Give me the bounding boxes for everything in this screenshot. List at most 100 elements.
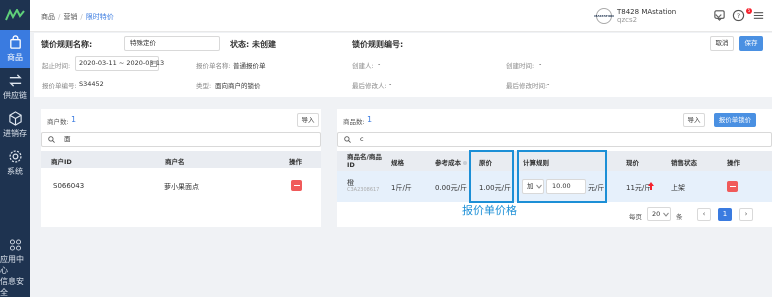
sidebar-item-system[interactable]: 系统 — [0, 144, 30, 182]
bell-icon[interactable] — [713, 9, 726, 22]
search-icon — [344, 136, 351, 143]
user-name: T8428 MAstation — [617, 8, 677, 16]
top-bar: 商品 / 营销 / 限时特价 MASTATION T8428 MAstation qzc… — [30, 0, 772, 32]
period-input[interactable]: 2020-03-11 ~ 2020-03-13 — [75, 56, 164, 71]
exchange-icon — [8, 74, 22, 87]
delete-button[interactable] — [291, 180, 302, 191]
status-value: 未创建 — [252, 40, 276, 49]
save-button[interactable]: 保存 — [739, 36, 763, 51]
quote-number-label: 报价单编号: — [42, 82, 77, 90]
page-size-unit: 条 — [676, 213, 683, 221]
product-panel: 商品数: 1 导入 报价单锁价 c 商品名/商品ID 规格 参考成本 原价 计算… — [337, 109, 772, 227]
column-header: 商户名 — [165, 158, 185, 166]
box-icon — [8, 111, 22, 126]
svg-text:?: ? — [737, 12, 740, 20]
arrow-up-icon — [648, 182, 654, 190]
user-account: qzcs2 — [617, 16, 638, 24]
created-time-label: 创建时间: — [506, 62, 535, 70]
merchant-table-header: 商户ID 商户名 操作 — [41, 151, 321, 168]
sidebar-item-security[interactable]: 信息安全 — [0, 276, 30, 296]
quote-name-label: 报价单名称: — [196, 62, 231, 70]
quote-name-value: 普通报价单 — [233, 62, 266, 70]
prev-page-button[interactable]: ‹ — [697, 208, 711, 221]
page-number[interactable]: 1 — [718, 208, 732, 221]
status-label: 状态: — [230, 40, 250, 49]
rule-info-panel: 锁价规则名称: 特殊定价 状态: 未创建 锁价规则编号: 取消 保存 起止时间:… — [34, 33, 772, 97]
bag-icon — [9, 35, 21, 49]
product-count: 1 — [367, 115, 373, 124]
merchant-panel: 商户数: 1 导入 面 商户ID 商户名 操作 S066043 萝小果面点 — [41, 109, 321, 227]
column-header: 销售状态 — [671, 159, 697, 167]
sidebar-item-label: 供应链 — [3, 91, 27, 100]
gear-icon — [8, 150, 22, 163]
logo-icon — [5, 9, 25, 21]
search-icon — [48, 136, 55, 143]
next-page-button[interactable]: › — [739, 208, 753, 221]
delete-button[interactable] — [727, 181, 738, 192]
minus-icon — [729, 185, 736, 188]
sidebar-item-label: 信息安全 — [0, 277, 24, 296]
modified-time-label: 最后修改时间: — [506, 82, 548, 90]
period-label: 起止时间: — [42, 62, 71, 70]
chevron-down-icon — [536, 184, 542, 189]
menu-icon[interactable] — [752, 9, 765, 22]
breadcrumb-item[interactable]: 商品 — [41, 13, 55, 21]
breadcrumb-current: 限时特价 — [85, 13, 114, 21]
product-spec: 1斤/斤 — [391, 184, 412, 192]
minus-icon — [293, 184, 300, 187]
page-size-select[interactable]: 20 — [647, 207, 671, 221]
breadcrumb: 商品 / 营销 / 限时特价 — [41, 13, 114, 21]
type-label: 类型: — [196, 82, 212, 90]
type-value: 面向商户的锁价 — [215, 82, 261, 90]
product-price: 1.00元/斤 — [479, 184, 511, 192]
sidebar-item-app-center[interactable]: 应用中心 — [0, 238, 30, 276]
product-import-button[interactable]: 导入 — [683, 113, 705, 127]
sales-status: 上架 — [671, 184, 685, 192]
column-header: 商户ID — [51, 158, 72, 166]
rule-operator-select[interactable]: 加 — [522, 179, 544, 194]
rule-value-input[interactable]: 10.00 — [546, 179, 586, 194]
quote-number-value: S34452 — [79, 80, 104, 88]
merchant-count: 1 — [71, 115, 77, 124]
sidebar: 商品 供应链 进销存 系统 应用中心 信息安全 — [0, 0, 30, 297]
product-id: C3A2308617 — [347, 187, 380, 193]
column-header: 现价 — [626, 159, 639, 167]
annotation-label: 报价单价格 — [462, 204, 517, 217]
modifier-value: - — [389, 80, 392, 88]
product-count-label: 商品数: — [343, 118, 365, 126]
rule-number-label: 锁价规则编号: — [352, 40, 404, 49]
product-search-input[interactable]: c — [337, 132, 772, 147]
sidebar-item-supply-chain[interactable]: 供应链 — [0, 68, 30, 106]
rule-name-label: 锁价规则名称: — [41, 40, 93, 49]
created-time-value: - — [539, 60, 542, 68]
merchant-name: 萝小果面点 — [164, 183, 199, 191]
quote-lock-button[interactable]: 报价单锁价 — [714, 113, 756, 127]
rule-name-input[interactable]: 特殊定价 — [124, 36, 220, 51]
modified-time-value: - — [547, 80, 550, 88]
sidebar-item-goods[interactable]: 商品 — [0, 30, 30, 68]
page-size-label: 每页 — [629, 213, 642, 221]
calendar-icon[interactable] — [150, 60, 157, 67]
merchant-id: S066043 — [53, 182, 85, 190]
app-logo — [0, 0, 30, 30]
user-menu[interactable]: MASTATION T8428 MAstation qzcs2 — [594, 8, 677, 24]
column-header: 操作 — [727, 159, 740, 167]
column-header: 操作 — [289, 158, 302, 166]
merchant-import-button[interactable]: 导入 — [297, 113, 319, 127]
product-table-header: 商品名/商品ID 规格 参考成本 原价 计算规则 现价 销售状态 操作 — [337, 151, 772, 171]
help-icon[interactable]: ? — [732, 9, 745, 22]
sidebar-item-inventory[interactable]: 进销存 — [0, 106, 30, 144]
apps-icon — [9, 239, 21, 251]
sidebar-item-label: 应用中心 — [0, 255, 24, 275]
column-header: 原价 — [479, 159, 492, 167]
product-cost: 0.00元/斤 — [435, 184, 467, 192]
avatar: MASTATION — [594, 8, 614, 24]
modifier-label: 最后修改人: — [352, 82, 387, 90]
merchant-search-input[interactable]: 面 — [41, 132, 321, 147]
column-header: 计算规则 — [523, 159, 549, 167]
breadcrumb-item[interactable]: 营销 — [63, 13, 77, 21]
rule-unit: 元/斤 — [588, 184, 605, 192]
sidebar-item-label: 系统 — [7, 167, 23, 176]
merchant-count-label: 商户数: — [47, 118, 69, 126]
cancel-button[interactable]: 取消 — [710, 36, 734, 51]
